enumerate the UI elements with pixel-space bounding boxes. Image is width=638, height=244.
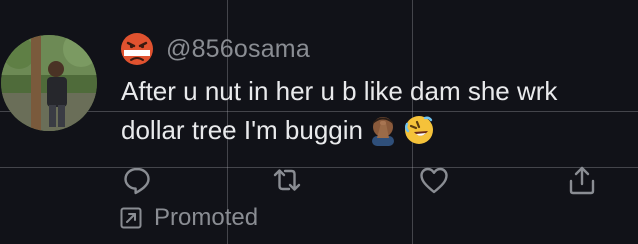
reply-button[interactable] (121, 164, 153, 196)
tweet-header: @856osama (120, 31, 310, 67)
tweet-text: After u nut in her u b like dam she wrk … (121, 72, 638, 150)
tweet-text-line: dollar tree I'm buggin (121, 115, 363, 145)
retweet-icon (273, 169, 301, 191)
tweet-card[interactable]: @856osama After u nut in her u b like da… (0, 0, 638, 244)
user-handle[interactable]: @856osama (166, 35, 310, 64)
user-photo-avatar (1, 35, 97, 131)
promoted-text: Promoted (154, 204, 259, 231)
avatar[interactable] (1, 35, 97, 131)
promoted-icon (120, 207, 142, 229)
tweet-actions (0, 164, 638, 196)
man-facepalming-icon (372, 117, 394, 146)
share-button[interactable] (566, 164, 598, 196)
tweet-text-line: After u nut in her u b like dam she wrk (121, 76, 558, 106)
heart-icon (420, 167, 448, 194)
tweet-text-line-2: dollar tree I'm buggin (121, 111, 638, 150)
promoted-label[interactable]: Promoted (120, 204, 258, 232)
rolling-on-the-floor-laughing-icon (405, 116, 433, 144)
retweet-button[interactable] (271, 164, 303, 196)
share-icon (569, 166, 595, 195)
like-button[interactable] (418, 164, 450, 196)
reply-icon (124, 167, 150, 195)
angry-face-icon (121, 33, 153, 65)
